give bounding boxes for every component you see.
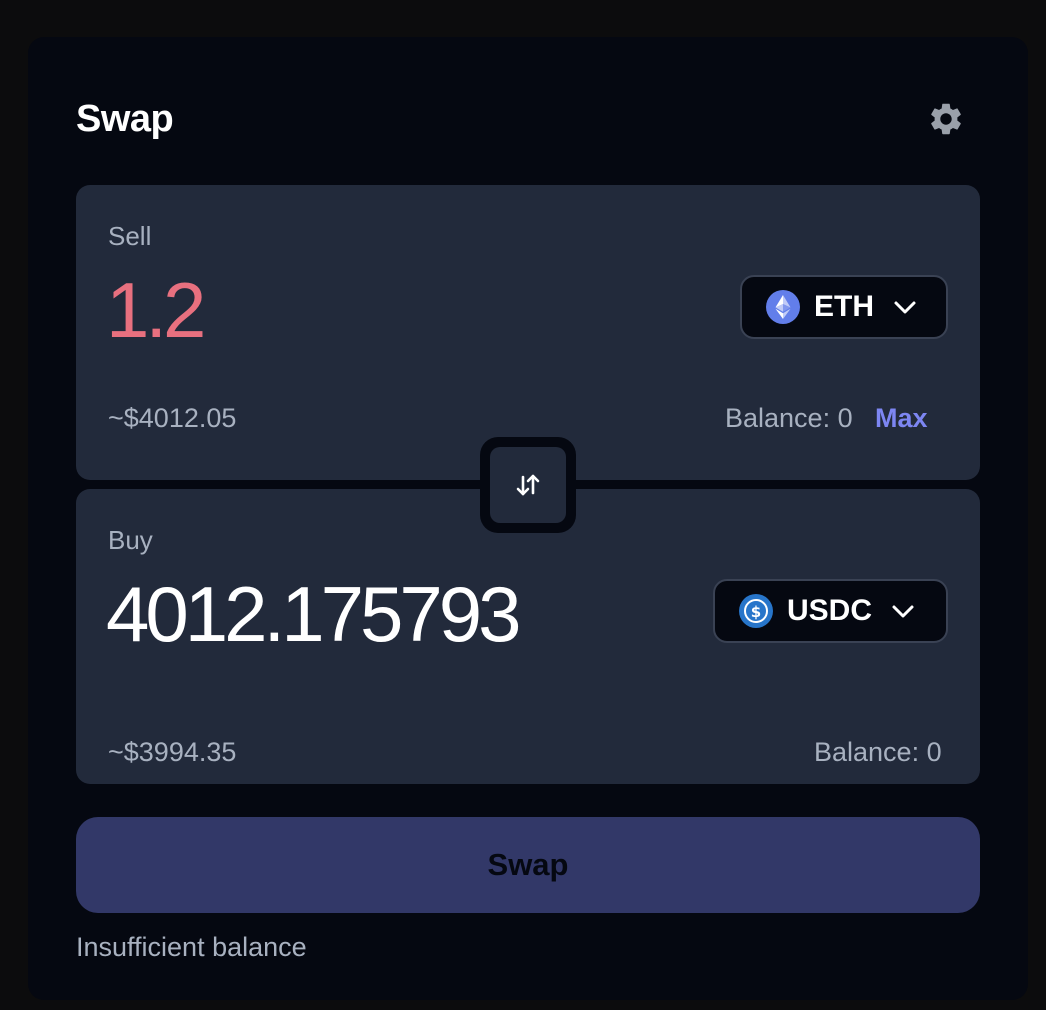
sell-balance: Balance: 0 [725, 403, 853, 433]
buy-amount-input[interactable]: 4012.175793 [106, 575, 521, 653]
buy-label: Buy [108, 525, 153, 555]
swap-button[interactable]: Swap [76, 817, 980, 913]
sell-token-selector[interactable]: ETH [740, 275, 948, 339]
flip-tokens-button[interactable] [480, 437, 576, 533]
buy-token-symbol: USDC [787, 594, 873, 627]
buy-usd-value: ~$3994.35 [108, 737, 237, 767]
page-title: Swap [76, 98, 174, 140]
ethereum-icon [766, 290, 800, 324]
sell-amount-input[interactable]: 1.2 [106, 271, 206, 349]
sell-panel: Sell 1.2 ETH ~$4012.05 Balance: 0 Max [76, 185, 980, 480]
sell-token-symbol: ETH [814, 290, 874, 323]
svg-text:$: $ [751, 603, 761, 621]
error-message: Insufficient balance [76, 932, 307, 962]
flip-tokens-inner[interactable] [490, 447, 566, 523]
swap-card: Swap Sell 1.2 ETH ~$4012.05 Balance: 0 M… [28, 37, 1028, 1000]
settings-button[interactable] [925, 98, 967, 140]
buy-balance: Balance: 0 [814, 737, 942, 767]
max-button[interactable]: Max [875, 403, 928, 434]
gear-icon [927, 100, 965, 138]
chevron-down-icon [890, 598, 916, 624]
sell-label: Sell [108, 221, 152, 251]
usdc-icon: $ [739, 594, 773, 628]
sell-usd-value: ~$4012.05 [108, 403, 237, 433]
buy-token-selector[interactable]: $ USDC [713, 579, 948, 643]
swap-arrows-icon [513, 470, 543, 500]
buy-panel: Buy 4012.175793 $ USDC ~$3994.35 Balance… [76, 489, 980, 784]
chevron-down-icon [892, 294, 918, 320]
